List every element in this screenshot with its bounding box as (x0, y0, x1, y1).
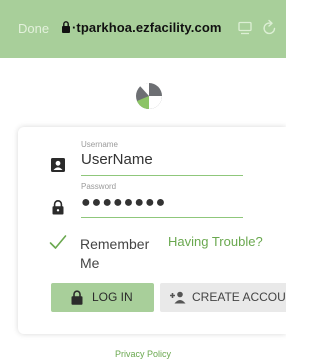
secure-lock-icon (62, 21, 70, 33)
login-lock-icon (71, 290, 83, 305)
browser-top-bar: Done ·tparkhoa.ezfacility.com (0, 0, 286, 58)
password-input[interactable]: ●●●●●●●● (81, 194, 166, 212)
username-label: Username (81, 140, 118, 149)
username-underline (81, 175, 243, 176)
add-user-icon (170, 291, 186, 304)
reader-view-icon[interactable] (238, 21, 252, 35)
address-bar-url[interactable]: ·tparkhoa.ezfacility.com (72, 20, 222, 35)
privacy-policy-link[interactable]: Privacy Policy (0, 349, 286, 359)
lock-icon (52, 200, 64, 215)
user-card-icon (51, 158, 65, 172)
remember-me-label[interactable]: Remember Me (80, 235, 160, 273)
having-trouble-link[interactable]: Having Trouble? (168, 234, 263, 249)
username-input[interactable]: UserName (81, 151, 153, 168)
password-underline (81, 217, 243, 218)
login-card: Username UserName Password ●●●●●●●● Reme… (18, 127, 286, 334)
reload-icon[interactable] (262, 19, 277, 36)
remember-me-checkmark-icon[interactable] (49, 234, 67, 250)
done-button[interactable]: Done (18, 21, 49, 36)
password-label: Password (81, 182, 117, 191)
brand-logo (136, 82, 162, 109)
create-account-label: CREATE ACCOUNT (192, 290, 286, 304)
log-in-button[interactable]: LOG IN (51, 283, 154, 312)
log-in-label: LOG IN (92, 290, 133, 304)
create-account-button[interactable]: CREATE ACCOUNT (160, 283, 286, 312)
mobile-browser-page: Done ·tparkhoa.ezfacility.com Username U… (0, 0, 286, 364)
